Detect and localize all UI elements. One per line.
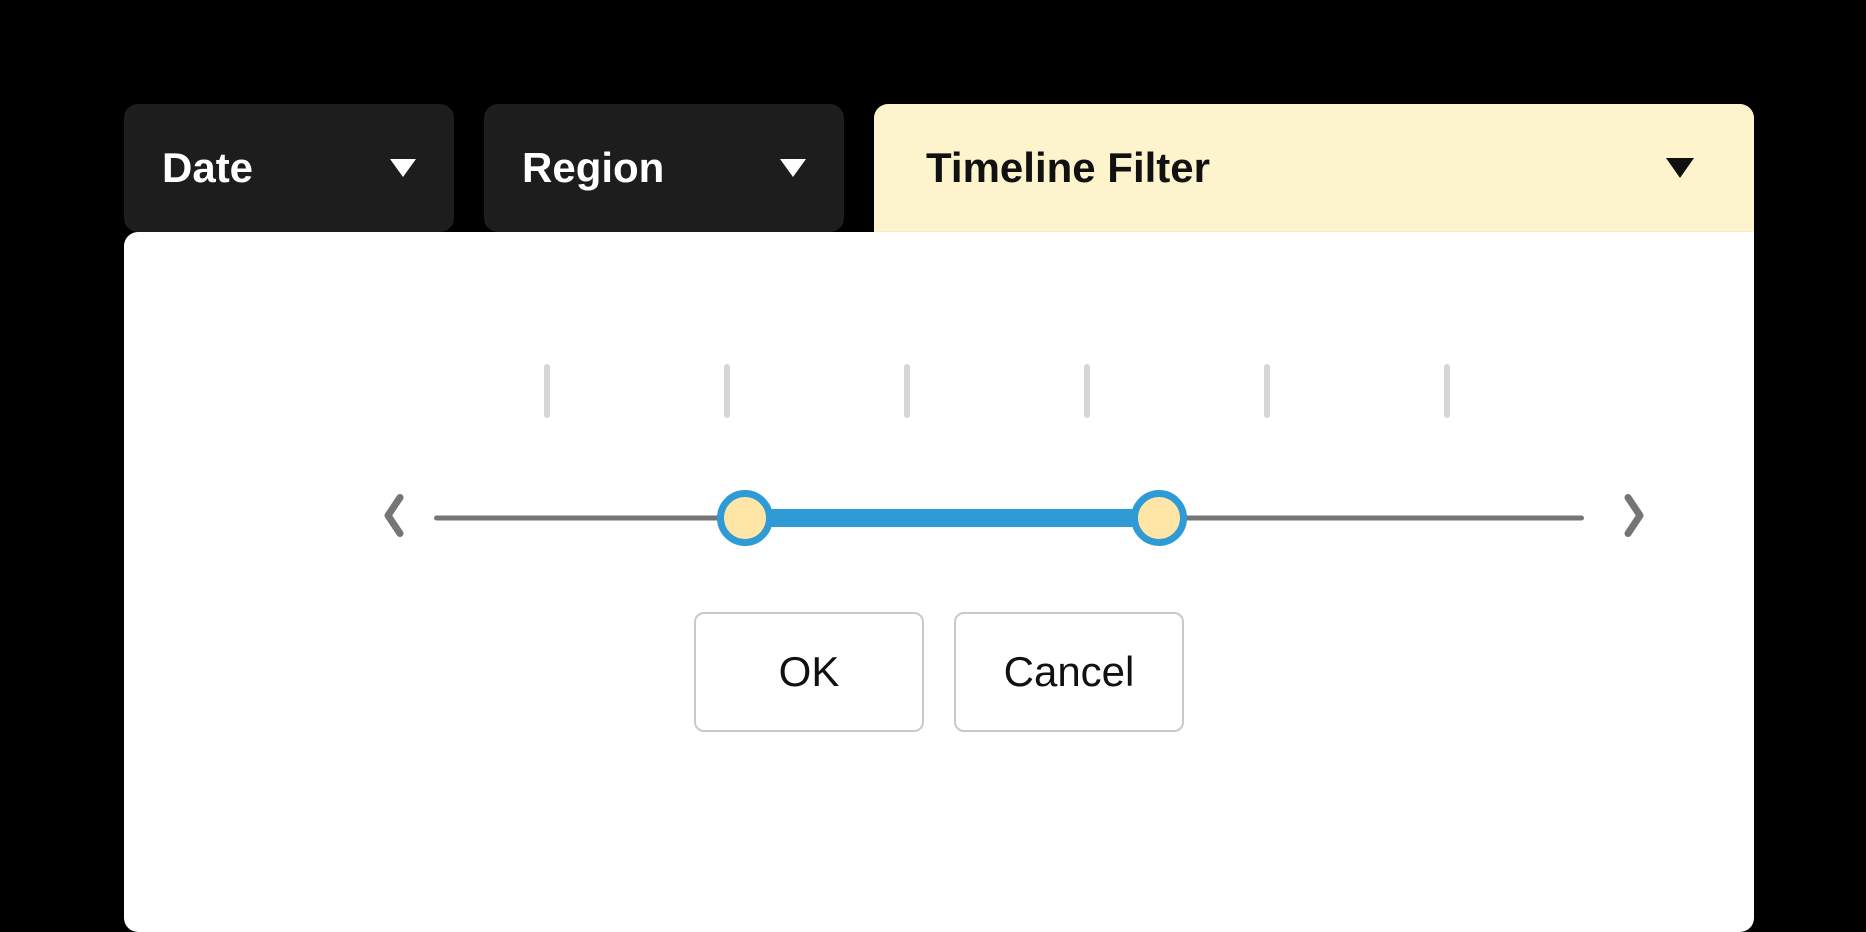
timeline-tick (1264, 364, 1270, 418)
ok-button-label: OK (779, 648, 840, 696)
chevron-right-icon (1622, 494, 1646, 538)
timeline-tick (1084, 364, 1090, 418)
timeline-button-row: OK Cancel (124, 612, 1754, 732)
timeline-next-button[interactable] (1612, 484, 1656, 553)
filter-date-dropdown[interactable]: Date (124, 104, 454, 232)
filter-timeline-dropdown[interactable]: Timeline Filter (874, 104, 1754, 232)
cancel-button-label: Cancel (1004, 648, 1135, 696)
timeline-prev-button[interactable] (372, 484, 416, 553)
cancel-button[interactable]: Cancel (954, 612, 1184, 732)
timeline-handle-end[interactable] (1131, 490, 1187, 546)
filter-date-label: Date (162, 144, 253, 192)
filter-timeline-label: Timeline Filter (926, 144, 1210, 192)
timeline-tick (544, 364, 550, 418)
chevron-down-icon (390, 159, 416, 177)
timeline-track[interactable] (434, 488, 1584, 548)
timeline-ticks (124, 364, 1754, 424)
chevron-down-icon (780, 159, 806, 177)
timeline-filter-panel: OK Cancel (124, 232, 1754, 932)
filter-region-label: Region (522, 144, 664, 192)
timeline-handle-start[interactable] (717, 490, 773, 546)
ok-button[interactable]: OK (694, 612, 924, 732)
chevron-left-icon (382, 494, 406, 538)
timeline-slider (124, 478, 1754, 558)
filter-region-dropdown[interactable]: Region (484, 104, 844, 232)
chevron-down-icon (1666, 158, 1694, 178)
timeline-tick (1444, 364, 1450, 418)
timeline-tick (904, 364, 910, 418)
timeline-track-fill (745, 509, 1159, 527)
timeline-tick (724, 364, 730, 418)
